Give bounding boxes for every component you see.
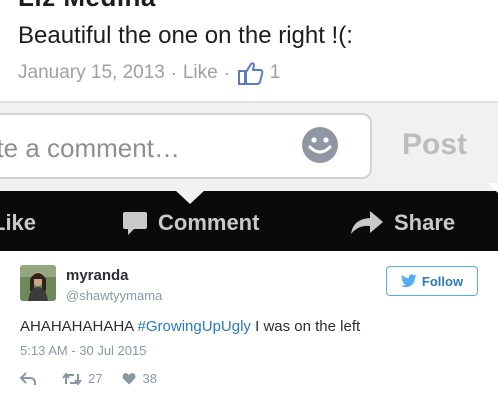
like-action[interactable]: Like — [0, 210, 36, 236]
avatar-photo-icon — [20, 265, 56, 301]
commenter-name[interactable]: Liz Medina — [18, 0, 156, 13]
smiley-icon[interactable] — [300, 125, 340, 165]
comment-text: Beautiful the one on the right !(: — [18, 22, 353, 49]
twitter-bird-icon — [400, 274, 417, 288]
like-link[interactable]: Like — [183, 62, 218, 84]
separator: · — [223, 62, 230, 83]
share-arrow-icon — [351, 211, 383, 234]
heart-icon — [122, 372, 136, 385]
pointer-notch — [175, 190, 205, 204]
display-name[interactable]: myranda — [66, 267, 129, 284]
retweet-icon — [62, 371, 82, 386]
facebook-comment: Liz Medina Beautiful the one on the righ… — [0, 0, 498, 110]
corner-fold-icon — [488, 183, 498, 193]
comment-meta: January 15, 2013 · Like · 1 — [18, 61, 280, 85]
comment-input-placeholder: rite a comment… — [0, 133, 180, 163]
like-tweet-action[interactable]: 38 — [122, 371, 157, 386]
retweet-action[interactable]: 27 — [62, 371, 102, 386]
reply-icon — [20, 371, 36, 385]
tweet-text-end: I was on the left — [250, 318, 361, 335]
comment-date[interactable]: January 15, 2013 — [18, 62, 165, 84]
follow-button[interactable]: Follow — [386, 266, 478, 296]
follow-button-label: Follow — [421, 273, 464, 289]
post-button[interactable]: Post — [402, 128, 467, 162]
comment-input-bar: rite a comment… Post — [0, 103, 498, 191]
avatar[interactable] — [20, 265, 56, 301]
comment-action[interactable]: Comment — [122, 210, 259, 236]
reply-action[interactable] — [20, 371, 42, 386]
comment-action-label: Comment — [158, 210, 260, 235]
retweet-count: 27 — [88, 371, 103, 386]
like-count: 1 — [269, 62, 281, 83]
action-bar: Like Comment Share — [0, 183, 498, 251]
tweet-timestamp[interactable]: 5:13 AM - 30 Jul 2015 — [20, 343, 146, 358]
tweet-text-start: AHAHAHAHAHA — [20, 318, 138, 335]
tweet-card: myranda @shawtyymama Follow AHAHAHAHAHA … — [0, 251, 498, 415]
separator: · — [170, 62, 177, 83]
comment-input[interactable]: rite a comment… — [0, 113, 372, 179]
like-count: 38 — [142, 371, 157, 386]
tweet-actions: 27 38 — [20, 371, 177, 386]
hashtag-link[interactable]: #GrowingUpUgly — [138, 318, 251, 335]
like-action-label: Like — [0, 210, 37, 235]
tweet-text: AHAHAHAHAHA #GrowingUpUgly I was on the … — [20, 318, 360, 335]
thumbs-up-icon — [237, 62, 264, 85]
comment-bubble-icon — [123, 212, 147, 235]
user-handle[interactable]: @shawtyymama — [66, 288, 162, 303]
share-action-label: Share — [394, 210, 456, 235]
share-action[interactable]: Share — [350, 210, 455, 236]
